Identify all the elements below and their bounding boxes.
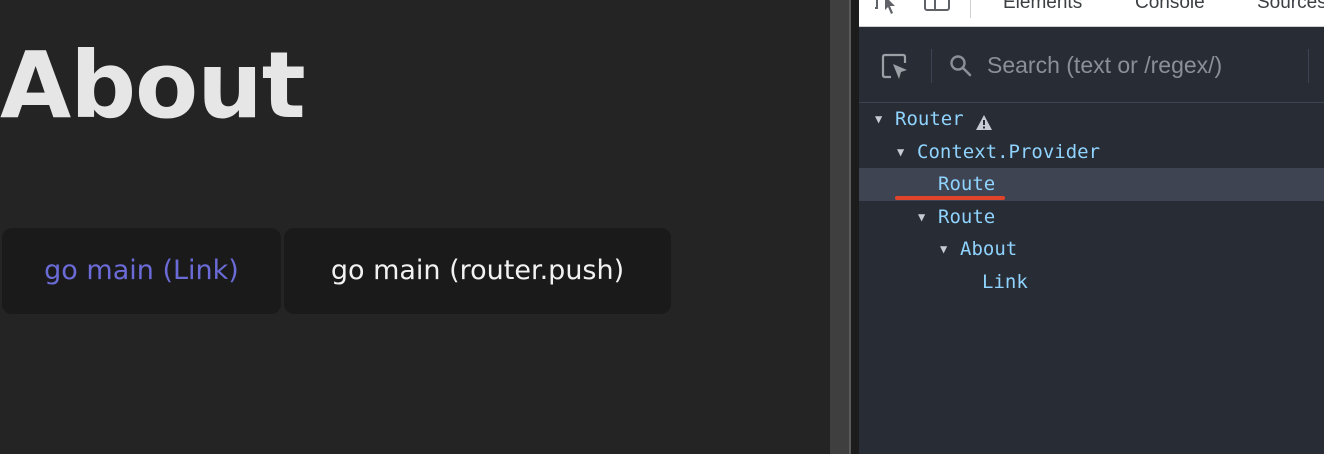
expand-arrow-icon[interactable]: ▼	[897, 136, 911, 169]
select-component-icon[interactable]	[881, 53, 909, 81]
tree-row-route[interactable]: ▼ Route	[859, 201, 1324, 234]
warning-icon[interactable]	[975, 110, 993, 130]
tree-node-label: About	[960, 238, 1018, 260]
toolbar-divider	[931, 49, 932, 83]
toolbar-divider-right	[1308, 49, 1309, 83]
tree-row-about[interactable]: ▼ About	[859, 233, 1324, 266]
devtools-panel: Elements Console Sources Search (text or…	[859, 0, 1324, 454]
devtools-tab-bar: Elements Console Sources	[859, 0, 1324, 27]
element-picker-icon[interactable]	[873, 0, 903, 16]
component-search-input[interactable]	[987, 47, 1287, 83]
tree-row-context-provider[interactable]: ▼ Context.Provider	[859, 136, 1324, 169]
tab-sources[interactable]: Sources	[1257, 0, 1324, 14]
screen: About go main (Link) go main (router.pus…	[0, 0, 1324, 454]
expand-arrow-icon[interactable]: ▼	[918, 201, 932, 234]
page-title: About	[0, 32, 306, 139]
device-toolbar-icon[interactable]	[923, 0, 953, 16]
splitter-edge	[851, 0, 859, 454]
tree-node-label: Router	[895, 108, 964, 130]
tab-elements[interactable]: Elements	[1003, 0, 1082, 14]
go-main-link-button[interactable]: go main (Link)	[2, 228, 281, 314]
tab-bar-divider	[970, 0, 971, 18]
tree-node-label: Route	[938, 205, 996, 228]
tree-node-label: Link	[982, 270, 1028, 293]
component-tree: ▼ Router ▼ Context.Provider Route ▼ Rout…	[859, 103, 1324, 298]
splitter-grip	[830, 0, 849, 454]
go-main-router-push-button[interactable]: go main (router.push)	[284, 228, 671, 314]
expand-arrow-icon[interactable]: ▼	[940, 233, 954, 266]
tree-row-route-selected[interactable]: Route	[859, 168, 1324, 201]
panel-splitter[interactable]	[830, 0, 859, 454]
components-toolbar	[859, 27, 1324, 103]
page-viewport: About go main (Link) go main (router.pus…	[0, 0, 830, 454]
tree-row-link[interactable]: Link	[859, 266, 1324, 299]
tree-row-router[interactable]: ▼ Router	[859, 103, 1324, 136]
tab-console[interactable]: Console	[1135, 0, 1205, 14]
annotation-underline	[895, 196, 1005, 200]
tree-node-label: Context.Provider	[917, 140, 1101, 163]
expand-arrow-icon[interactable]: ▼	[875, 103, 889, 136]
search-icon	[949, 54, 973, 78]
